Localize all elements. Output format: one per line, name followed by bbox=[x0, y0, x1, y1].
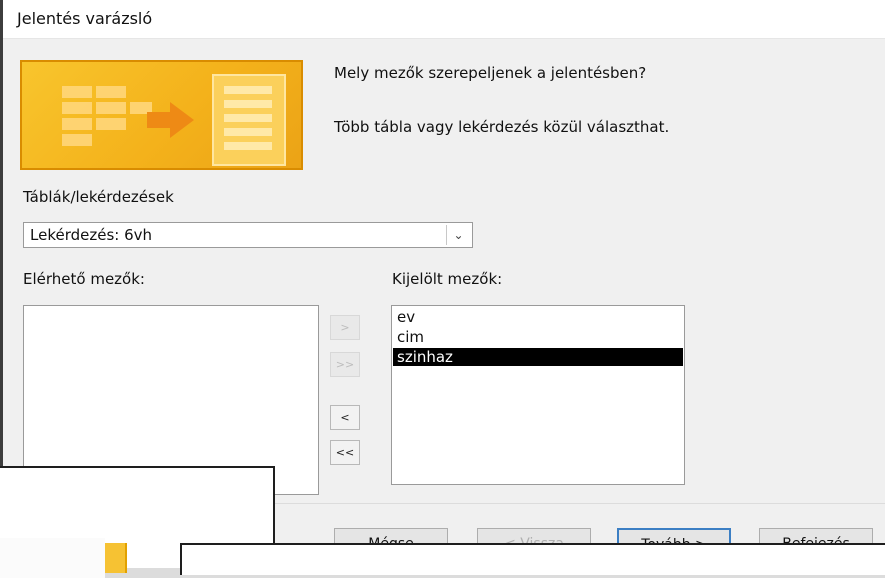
wizard-hint: Több tábla vagy lekérdezés közül választ… bbox=[334, 118, 670, 136]
tables-queries-label: Táblák/lekérdezések bbox=[23, 188, 174, 206]
tables-queries-value: Lekérdezés: 6vh bbox=[30, 226, 153, 244]
overlapping-window-bottom bbox=[180, 543, 885, 575]
list-item[interactable]: ev bbox=[393, 308, 683, 326]
wizard-question: Mely mezők szerepeljenek a jelentésben? bbox=[334, 64, 647, 82]
selected-fields-label: Kijelölt mezők: bbox=[392, 270, 503, 288]
chevron-down-icon[interactable]: ⌄ bbox=[446, 225, 470, 245]
add-all-fields-button[interactable]: >> bbox=[330, 352, 360, 377]
list-item[interactable]: szinhaz bbox=[393, 348, 683, 366]
list-item[interactable]: cim bbox=[393, 328, 683, 346]
window-title: Jelentés varázsló bbox=[17, 9, 153, 28]
available-fields-label: Elérhető mezők: bbox=[23, 270, 145, 288]
selected-fields-list[interactable]: ev cim szinhaz bbox=[391, 305, 685, 485]
arrow-right-icon bbox=[147, 112, 172, 128]
wizard-banner-image bbox=[20, 60, 303, 170]
remove-all-fields-button[interactable]: << bbox=[330, 440, 360, 465]
add-field-button[interactable]: > bbox=[330, 315, 360, 340]
report-document-icon bbox=[212, 74, 286, 166]
tables-queries-combo[interactable]: Lekérdezés: 6vh ⌄ bbox=[23, 222, 473, 248]
remove-field-button[interactable]: < bbox=[330, 405, 360, 430]
title-bar: Jelentés varázsló bbox=[3, 0, 885, 39]
